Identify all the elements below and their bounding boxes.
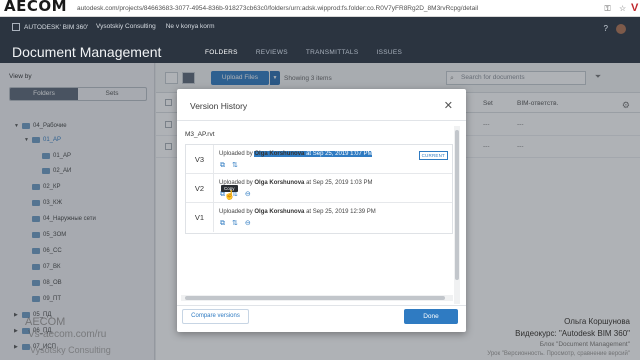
- dialog-title: Version History: [190, 101, 248, 111]
- scrollbar-thumb[interactable]: [185, 296, 445, 300]
- browser-url-bar: AECOM autodesk.com/projects/84663683-307…: [0, 0, 640, 17]
- caption-block: Блок "Document Management": [539, 341, 630, 348]
- address-input[interactable]: autodesk.com/projects/84663683-3077-4954…: [77, 5, 597, 12]
- brand-label: AUTODESK' BIM 360': [24, 23, 89, 31]
- divider: [177, 305, 466, 306]
- promote-icon[interactable]: ⇅: [232, 162, 238, 169]
- header-icons: ?: [604, 24, 626, 34]
- compare-versions-button[interactable]: Compare versions: [182, 309, 249, 324]
- scrollbar-thumb[interactable]: [455, 130, 459, 280]
- version-number: V2: [186, 174, 214, 203]
- app-header: AUTODESK' BIM 360' Vysotskiy Consulting …: [0, 17, 640, 68]
- divider: [177, 120, 466, 121]
- caption-author: Ольга Коршунова: [564, 317, 630, 326]
- product-brand: AUTODESK' BIM 360': [12, 23, 88, 31]
- vertical-scrollbar[interactable]: [454, 126, 460, 304]
- horizontal-scrollbar[interactable]: [181, 295, 453, 301]
- watermark-logo: AECOM: [25, 316, 66, 328]
- version-history-dialog: Version History ✕ M3_AP.rvt V3 Uploaded …: [177, 89, 466, 332]
- version-actions: ⧉ ⇅: [220, 162, 238, 169]
- star-icon[interactable]: ☆: [618, 4, 627, 13]
- watermark-company: Vysotsky Consulting: [30, 345, 111, 355]
- caption-lesson: Урок "Версионность. Просмотр, сравнение …: [487, 351, 630, 357]
- upload-info: Uploaded by Olga Korshunova at Sep 25, 2…: [219, 209, 376, 215]
- upload-info: Uploaded by Olga Korshunova at Sep 25, 2…: [219, 180, 373, 186]
- compare-icon[interactable]: ⊖: [245, 191, 251, 198]
- copy-icon[interactable]: ⧉: [220, 220, 225, 227]
- caption-course: Видеокурс: "Autodesk BIM 360": [515, 329, 630, 338]
- promote-icon[interactable]: ⇅: [232, 220, 238, 227]
- version-row[interactable]: V2 Uploaded by Olga Korshunova at Sep 25…: [186, 174, 452, 203]
- watermark-site: Vs-aecom.com/ru: [28, 329, 107, 340]
- aecom-logo: AECOM: [4, 0, 68, 15]
- version-number: V3: [186, 145, 214, 174]
- version-row[interactable]: V1 Uploaded by Olga Korshunova at Sep 25…: [186, 203, 452, 232]
- copy-icon[interactable]: ⧉: [220, 162, 225, 169]
- done-button[interactable]: Done: [404, 309, 458, 324]
- key-icon[interactable]: ⚿: [603, 4, 612, 13]
- upload-info: Uploaded by Olga Korshunova at Sep 25, 2…: [219, 151, 373, 157]
- version-number: V1: [186, 203, 214, 232]
- app-grid-icon[interactable]: [12, 23, 20, 31]
- project-selector[interactable]: Vysotskiy Consulting Ne v konya korm: [96, 23, 215, 30]
- compare-icon[interactable]: ⊖: [245, 220, 251, 227]
- file-name: M3_AP.rvt: [185, 131, 215, 138]
- status-badge: CURRENT: [418, 151, 448, 160]
- help-icon[interactable]: ?: [604, 24, 608, 34]
- avatar[interactable]: [616, 24, 626, 34]
- version-row[interactable]: V3 Uploaded by Olga Korshunova at Sep 25…: [186, 145, 452, 174]
- version-actions: ⧉ ⇅ ⊖: [220, 220, 251, 227]
- extension-icon[interactable]: V: [631, 2, 638, 14]
- project-sub: Ne v konya korm: [165, 23, 215, 30]
- page-title: Document Management: [12, 44, 162, 60]
- project-name: Vysotskiy Consulting: [96, 23, 156, 30]
- mouse-cursor-icon: ☝: [224, 190, 236, 200]
- version-list: V3 Uploaded by Olga Korshunova at Sep 25…: [185, 144, 453, 234]
- close-icon[interactable]: ✕: [444, 99, 453, 112]
